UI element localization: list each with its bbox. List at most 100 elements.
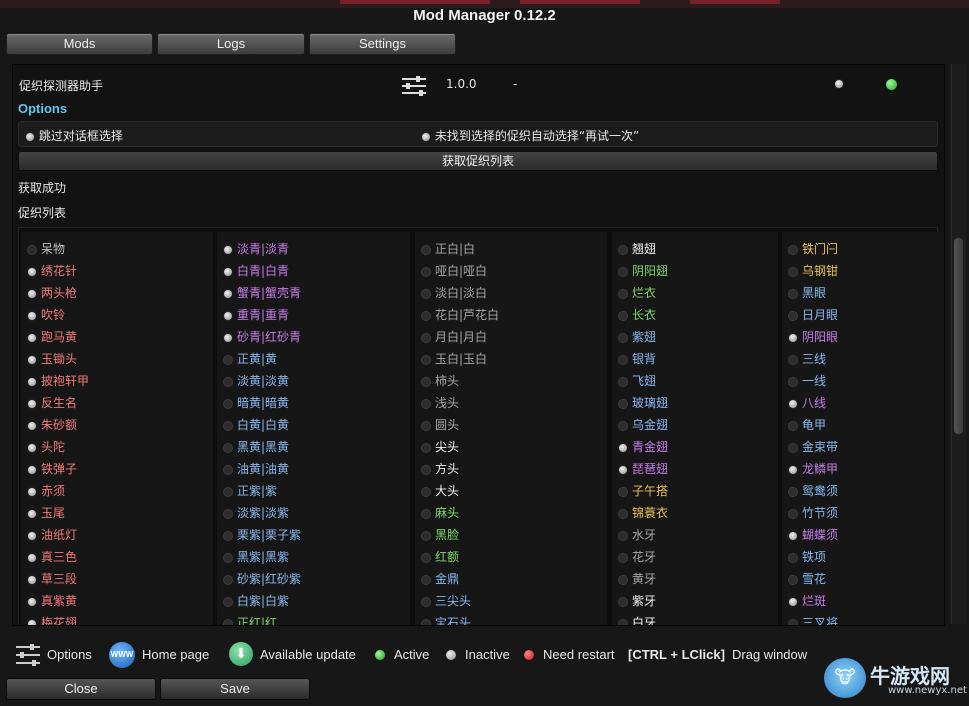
list-item[interactable]: 花牙 [618,548,656,566]
list-item[interactable]: 正红|红 [223,614,277,625]
list-item[interactable]: 圆头 [421,416,459,434]
checked-toggle-icon[interactable] [27,486,37,497]
list-item[interactable]: 暗黄|暗黄 [223,394,289,412]
unchecked-toggle-icon[interactable] [618,398,628,409]
tab-settings[interactable]: Settings [309,33,456,55]
unchecked-toggle-icon[interactable] [788,574,798,585]
list-item[interactable]: 铁门闩 [788,240,838,258]
unchecked-toggle-icon[interactable] [421,354,431,365]
list-item[interactable]: 水牙 [618,526,656,544]
checked-toggle-icon[interactable] [27,398,37,409]
checked-toggle-icon[interactable] [618,442,628,453]
list-item[interactable]: 淡白|淡白 [421,284,487,302]
list-item[interactable]: 披袍轩甲 [27,372,89,390]
close-button[interactable]: Close [6,678,156,700]
save-button[interactable]: Save [160,678,310,700]
list-item[interactable]: 头陀 [27,438,65,456]
list-item[interactable]: 草三段 [27,570,77,588]
list-item[interactable]: 黑黄|黑黄 [223,438,289,456]
list-item[interactable]: 白黄|白黄 [223,416,289,434]
unchecked-toggle-icon[interactable] [27,244,37,255]
scrollbar[interactable] [951,64,966,624]
unchecked-toggle-icon[interactable] [421,552,431,563]
list-item[interactable]: 玉锄头 [27,350,77,368]
list-item[interactable]: 龙鳞甲 [788,460,838,478]
list-item[interactable]: 绣花针 [27,262,77,280]
list-item[interactable]: 哑白|哑白 [421,262,487,280]
list-item[interactable]: 月白|月白 [421,328,487,346]
checked-toggle-icon[interactable] [27,596,37,607]
unchecked-toggle-icon[interactable] [421,310,431,321]
unchecked-toggle-icon[interactable] [618,508,628,519]
list-item[interactable]: 一线 [788,372,826,390]
home-page-link[interactable]: Home page [142,647,209,662]
unchecked-toggle-icon[interactable] [421,398,431,409]
list-item[interactable]: 三线 [788,350,826,368]
settings-sliders-icon[interactable] [401,75,427,97]
checked-toggle-icon[interactable] [788,464,798,475]
list-item[interactable]: 三叉将 [788,614,838,625]
unchecked-toggle-icon[interactable] [788,266,798,277]
list-item[interactable]: 乌钢钳 [788,262,838,280]
option-skip-dialog[interactable]: 跳过对话框选择 [25,127,123,144]
checkbox-icon[interactable] [25,131,35,142]
checked-toggle-icon[interactable] [223,244,233,255]
tab-logs[interactable]: Logs [157,33,305,55]
list-item[interactable]: 浅头 [421,394,459,412]
unchecked-toggle-icon[interactable] [421,530,431,541]
list-item[interactable]: 两头枪 [27,284,77,302]
list-item[interactable]: 日月眼 [788,306,838,324]
list-item[interactable]: 真三色 [27,548,77,566]
list-item[interactable]: 吹铃 [27,306,65,324]
unchecked-toggle-icon[interactable] [788,442,798,453]
unchecked-toggle-icon[interactable] [618,288,628,299]
unchecked-toggle-icon[interactable] [618,618,628,625]
list-item[interactable]: 翘翅 [618,240,656,258]
list-item[interactable]: 蟹青|蟹壳青 [223,284,301,302]
unchecked-toggle-icon[interactable] [788,288,798,299]
unchecked-toggle-icon[interactable] [788,420,798,431]
list-item[interactable]: 呆物 [27,240,65,258]
checkbox-icon[interactable] [421,131,431,142]
checked-toggle-icon[interactable] [788,398,798,409]
unchecked-toggle-icon[interactable] [421,574,431,585]
footer-options-label[interactable]: Options [47,647,92,662]
list-item[interactable]: 三尖头 [421,592,471,610]
unchecked-toggle-icon[interactable] [788,552,798,563]
list-item[interactable]: 白紫|白紫 [223,592,289,610]
list-item[interactable]: 正紫|紫 [223,482,277,500]
unchecked-toggle-icon[interactable] [421,420,431,431]
checked-toggle-icon[interactable] [27,508,37,519]
unchecked-toggle-icon[interactable] [223,442,233,453]
list-item[interactable]: 正白|白 [421,240,475,258]
list-item[interactable]: 锦蓑衣 [618,504,668,522]
list-item[interactable]: 淡紫|淡紫 [223,504,289,522]
unchecked-toggle-icon[interactable] [421,618,431,625]
unchecked-toggle-icon[interactable] [618,376,628,387]
list-item[interactable]: 淡青|淡青 [223,240,289,258]
list-item[interactable]: 龟甲 [788,416,826,434]
checked-toggle-icon[interactable] [27,376,37,387]
unchecked-toggle-icon[interactable] [421,486,431,497]
unchecked-toggle-icon[interactable] [618,574,628,585]
unchecked-toggle-icon[interactable] [223,464,233,475]
unchecked-toggle-icon[interactable] [788,508,798,519]
checked-toggle-icon[interactable] [27,574,37,585]
list-item[interactable]: 红额 [421,548,459,566]
list-item[interactable]: 琵琶翅 [618,460,668,478]
unchecked-toggle-icon[interactable] [421,508,431,519]
list-item[interactable]: 金束带 [788,438,838,456]
checked-toggle-icon[interactable] [788,530,798,541]
checked-toggle-icon[interactable] [27,310,37,321]
list-item[interactable]: 油纸灯 [27,526,77,544]
list-item[interactable]: 真紫黄 [27,592,77,610]
list-item[interactable]: 黑眼 [788,284,826,302]
list-item[interactable]: 方头 [421,460,459,478]
checked-toggle-icon[interactable] [223,288,233,299]
checked-toggle-icon[interactable] [27,442,37,453]
unchecked-toggle-icon[interactable] [223,530,233,541]
unchecked-toggle-icon[interactable] [618,332,628,343]
list-item[interactable]: 紫牙 [618,592,656,610]
list-item[interactable]: 大头 [421,482,459,500]
checked-toggle-icon[interactable] [27,354,37,365]
